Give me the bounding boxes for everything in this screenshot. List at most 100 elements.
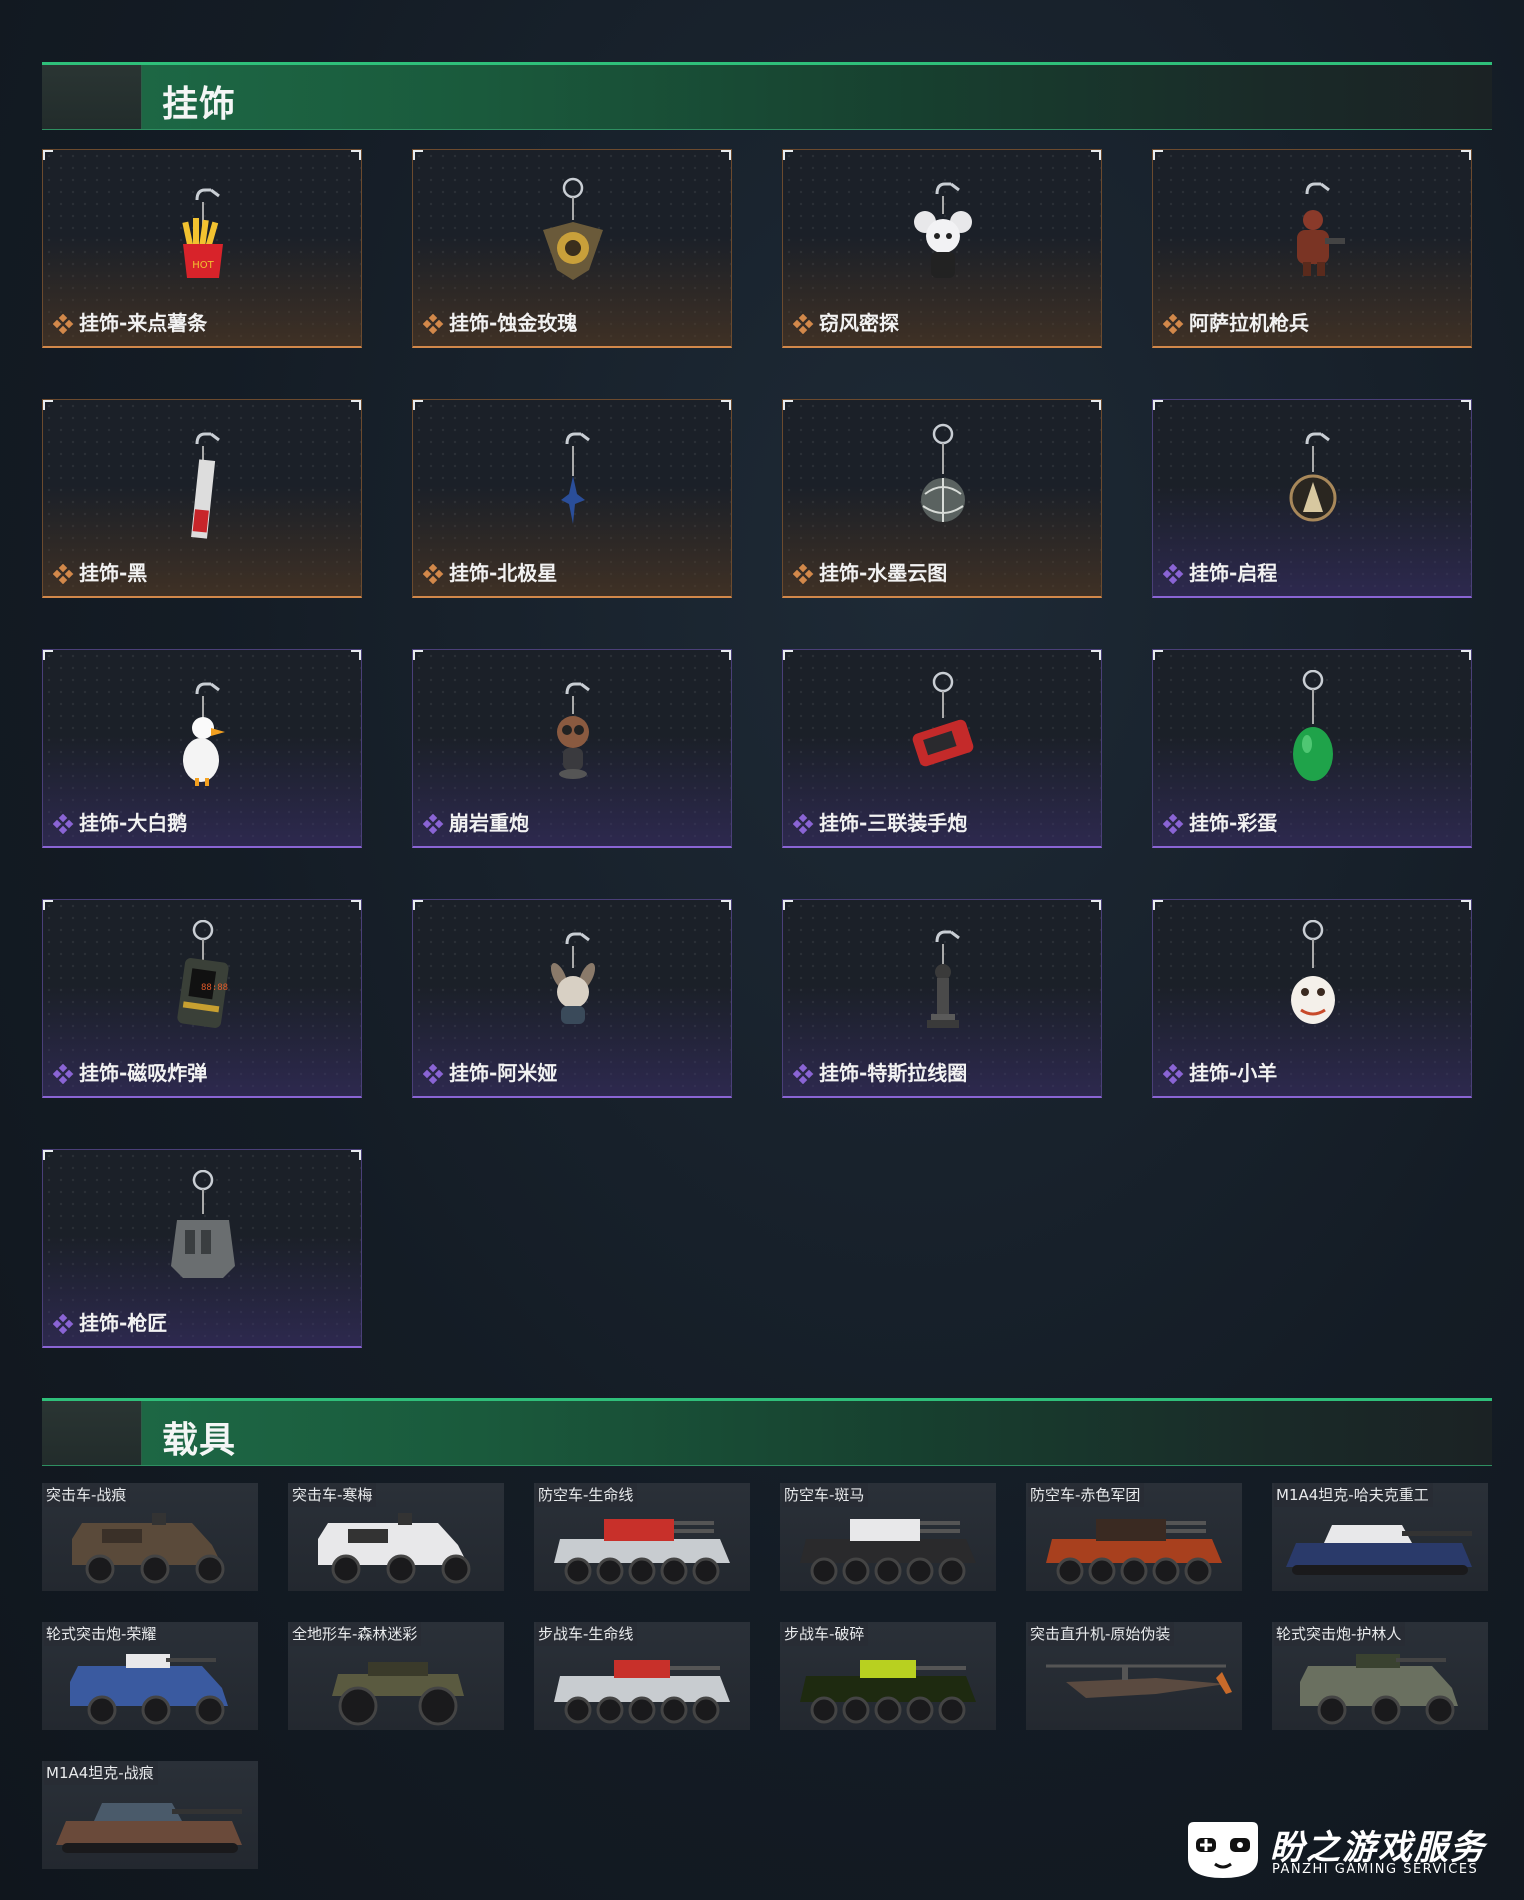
charm-card[interactable]: 挂饰-水墨云图 <box>782 399 1102 598</box>
vehicle-label: 防空车-生命线 <box>536 1483 638 1507</box>
vehicle-label: M1A4坦克-哈夫克重工 <box>1274 1483 1433 1507</box>
vehicle-card[interactable]: 轮式突击炮-荣耀 <box>42 1622 258 1730</box>
card-corner <box>351 150 361 160</box>
charm-label: 挂饰-特斯拉线圈 <box>819 1061 968 1085</box>
rarity-diamond-icon <box>52 1313 74 1335</box>
vehicle-card[interactable]: 突击直升机-原始伪装 <box>1026 1622 1242 1730</box>
vehicle-card[interactable]: 步战车-生命线 <box>534 1622 750 1730</box>
card-corner <box>783 650 793 660</box>
charm-card[interactable]: 挂饰-北极星 <box>412 399 732 598</box>
vehicle-card[interactable]: 全地形车-森林迷彩 <box>288 1622 504 1730</box>
panzhi-logo: 盼之游戏服务 PANZHI GAMING SERVICES <box>1180 1818 1500 1882</box>
lamb-charm-icon <box>1291 920 1335 1024</box>
charm-card[interactable]: 挂饰-启程 <box>1152 399 1472 598</box>
vehicle-label: 突击车-寒梅 <box>290 1483 377 1507</box>
charm-card[interactable]: 挂饰-蚀金玫瑰 <box>412 149 732 348</box>
vehicle-card[interactable]: M1A4坦克-战痕 <box>42 1761 258 1869</box>
charm-card[interactable]: 挂饰-黑 <box>42 399 362 598</box>
vehicle-card[interactable]: 防空车-生命线 <box>534 1483 750 1591</box>
rarity-diamond-icon <box>792 813 814 835</box>
card-corner <box>721 150 731 160</box>
charms-section-header: 挂饰 <box>42 62 1492 130</box>
charm-card[interactable]: 88:88 挂饰-磁吸炸弹 <box>42 899 362 1098</box>
card-corner <box>351 1150 361 1160</box>
charm-card[interactable]: 阿萨拉机枪兵 <box>1152 149 1472 348</box>
charm-card[interactable]: 挂饰-阿米娅 <box>412 899 732 1098</box>
charm-label: 挂饰-小羊 <box>1189 1061 1278 1085</box>
card-corner <box>1153 150 1163 160</box>
card-corner <box>783 400 793 410</box>
vehicles-section-title: 载具 <box>162 1420 237 1461</box>
charm-card[interactable]: 挂饰-彩蛋 <box>1152 649 1472 848</box>
vehicles-section-header: 载具 <box>42 1398 1492 1466</box>
card-corner <box>1461 900 1471 910</box>
card-corner <box>43 900 53 910</box>
watermark-subtitle: PANZHI GAMING SERVICES <box>1272 1862 1479 1877</box>
charm-card[interactable]: 挂饰-枪匠 <box>42 1149 362 1348</box>
card-corner <box>1153 400 1163 410</box>
rarity-diamond-icon <box>1162 563 1184 585</box>
card-corner <box>1091 900 1101 910</box>
card-corner <box>721 900 731 910</box>
rose-charm-icon <box>543 177 603 280</box>
card-corner <box>1153 900 1163 910</box>
vehicle-card[interactable]: M1A4坦克-哈夫克重工 <box>1272 1483 1488 1591</box>
rarity-diamond-icon <box>1162 313 1184 335</box>
rarity-diamond-icon <box>52 813 74 835</box>
rarity-diamond-icon <box>792 313 814 335</box>
card-corner <box>413 400 423 410</box>
charm-label: 挂饰-阿米娅 <box>449 1061 558 1085</box>
rarity-diamond-icon <box>792 563 814 585</box>
svg-text:HOT: HOT <box>192 260 214 271</box>
cannon-bird-charm-icon <box>557 682 590 779</box>
black-tag-charm-icon <box>191 432 220 539</box>
vehicle-card[interactable]: 突击车-寒梅 <box>288 1483 504 1591</box>
vehicle-card[interactable]: 突击车-战痕 <box>42 1483 258 1591</box>
magnet-bomb-charm-icon: 88:88 <box>177 920 229 1028</box>
vehicle-label: 全地形车-森林迷彩 <box>290 1622 422 1646</box>
charm-card[interactable]: 挂饰-特斯拉线圈 <box>782 899 1102 1098</box>
charm-label: 挂饰-北极星 <box>449 561 558 585</box>
card-corner <box>43 400 53 410</box>
header-stub <box>42 65 142 129</box>
svg-text:88:88: 88:88 <box>201 983 228 993</box>
vehicle-card[interactable]: 防空车-斑马 <box>780 1483 996 1591</box>
charm-label: 挂饰-黑 <box>79 561 148 585</box>
rarity-diamond-icon <box>792 1063 814 1085</box>
vehicle-card[interactable]: 轮式突击炮-护林人 <box>1272 1622 1488 1730</box>
card-corner <box>43 150 53 160</box>
charms-section-title: 挂饰 <box>162 84 237 125</box>
panda-logo-icon <box>1188 1822 1258 1878</box>
polaris-charm-icon <box>561 432 590 524</box>
rarity-diamond-icon <box>1162 1063 1184 1085</box>
vehicle-label: 步战车-破碎 <box>782 1622 869 1646</box>
fries-charm-icon: HOT <box>182 188 223 278</box>
charm-card[interactable]: 崩岩重炮 <box>412 649 732 848</box>
vehicle-label: 突击直升机-原始伪装 <box>1028 1622 1175 1646</box>
green-egg-charm-icon <box>1293 670 1333 781</box>
vehicle-label: 步战车-生命线 <box>536 1622 638 1646</box>
charm-label: 崩岩重炮 <box>449 811 529 835</box>
card-corner <box>1153 650 1163 660</box>
card-corner <box>721 650 731 660</box>
charm-card[interactable]: 挂饰-大白鹅 <box>42 649 362 848</box>
charm-label: 窃风密探 <box>819 311 899 335</box>
charm-label: 挂饰-三联装手炮 <box>819 811 968 835</box>
charm-card[interactable]: 挂饰-小羊 <box>1152 899 1472 1098</box>
charm-card[interactable]: 窃风密探 <box>782 149 1102 348</box>
vehicle-label: 突击车-战痕 <box>44 1483 131 1507</box>
hand-cannon-charm-icon <box>912 671 974 767</box>
card-corner <box>351 400 361 410</box>
vehicle-label: 轮式突击炮-荣耀 <box>44 1622 161 1646</box>
charm-label: 阿萨拉机枪兵 <box>1189 311 1309 335</box>
gunsmith-charm-icon <box>171 1170 235 1278</box>
card-corner <box>1461 400 1471 410</box>
card-corner <box>413 900 423 910</box>
charm-card[interactable]: 挂饰-三联装手炮 <box>782 649 1102 848</box>
card-corner <box>783 150 793 160</box>
vehicle-card[interactable]: 步战车-破碎 <box>780 1622 996 1730</box>
charm-card[interactable]: HOT 挂饰-来点薯条 <box>42 149 362 348</box>
mouse-spy-charm-icon <box>914 182 972 278</box>
vehicle-card[interactable]: 防空车-赤色军团 <box>1026 1483 1242 1591</box>
charm-label: 挂饰-水墨云图 <box>819 561 948 585</box>
